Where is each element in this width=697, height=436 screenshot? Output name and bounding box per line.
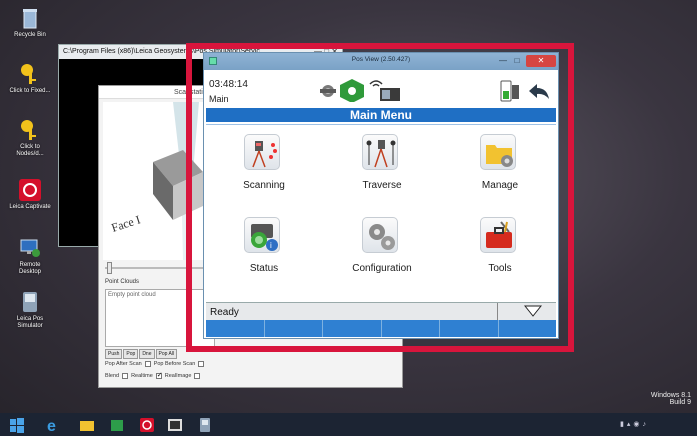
key-icon	[18, 118, 42, 142]
pop-before-scan-label: Pop Before Scan	[153, 361, 196, 367]
leica-taskbar-icon[interactable]	[138, 416, 156, 434]
watermark-line-2: Build 9	[669, 399, 691, 406]
desktop-icon-label: Click to Fixed...	[9, 88, 51, 94]
remote-desktop-icon[interactable]: Remote Desktop	[8, 236, 52, 276]
internet-explorer-taskbar-icon[interactable]: e	[44, 416, 62, 435]
taskbar: e ▮▴◉♪	[0, 413, 697, 436]
trash-icon	[18, 6, 42, 30]
realimage-label: RealImage	[164, 373, 192, 379]
face-label: Face I	[110, 212, 143, 234]
blend-label: Blend	[105, 373, 120, 379]
svg-text:e: e	[47, 418, 56, 434]
render-options-row: Blend Realtime RealImage	[105, 371, 201, 379]
key-icon	[18, 62, 42, 86]
desktop-icon-label: Leica Captivate	[9, 204, 51, 210]
pop-options-row: Pop After Scan Pop Before Scan	[105, 361, 205, 367]
desktop-icon-label: Recycle Bin	[14, 32, 46, 38]
desktop-icon-label: Leica Pos Simulator	[16, 316, 44, 329]
store-taskbar-icon[interactable]	[108, 416, 126, 434]
recycle-bin-desktop-icon[interactable]: Recycle Bin	[8, 6, 52, 39]
windows-logo-icon	[10, 418, 24, 433]
desktop-icon-label: Click to Nodes/d...	[16, 144, 44, 157]
watermark-line-1: Windows 8.1	[650, 392, 691, 399]
point-clouds-label: Point Clouds	[105, 279, 140, 285]
simulator-icon	[18, 290, 42, 314]
start-button[interactable]	[8, 416, 26, 434]
point-cloud-buttons: Push Pop Dne Pop All	[105, 349, 178, 359]
pop-before-scan-checkbox[interactable]	[198, 361, 205, 367]
console-taskbar-icon[interactable]	[166, 416, 184, 434]
leica-captivate-desktop-icon[interactable]: Leica Captivate	[8, 178, 52, 211]
realimage-checkbox[interactable]	[194, 373, 201, 379]
pop-after-scan-checkbox[interactable]	[144, 361, 151, 367]
push-button[interactable]: Push	[105, 349, 123, 359]
pop-button[interactable]: Pop	[123, 349, 139, 359]
windows-watermark: Windows 8.1 Build 9	[651, 392, 691, 406]
file-explorer-taskbar-icon[interactable]	[78, 416, 96, 434]
system-tray-icons[interactable]: ▮▴◉♪	[620, 420, 649, 428]
empty-cloud-text: Empty point cloud	[108, 292, 156, 298]
desktop-icon-label: Remote Desktop	[18, 262, 41, 275]
pop-all-button[interactable]: Pop All	[155, 349, 178, 359]
highlight-frame	[186, 43, 574, 352]
realtime-checkbox[interactable]	[155, 371, 163, 379]
pos-simulator-desktop-icon[interactable]: Leica Pos Simulator	[8, 290, 52, 330]
simulator-taskbar-icon[interactable]	[196, 416, 214, 434]
leica-logo-icon	[18, 178, 42, 202]
realtime-label: Realtime	[131, 373, 153, 379]
slider-thumb[interactable]	[107, 262, 112, 274]
monitor-icon	[18, 236, 42, 260]
blend-checkbox[interactable]	[122, 373, 129, 379]
dne-button[interactable]: Dne	[139, 349, 155, 359]
pop-after-scan-label: Pop After Scan	[105, 361, 142, 367]
fixed-shortcut-desktop-icon[interactable]: Click to Fixed...	[8, 62, 52, 95]
nodes-shortcut-desktop-icon[interactable]: Click to Nodes/d...	[8, 118, 52, 158]
